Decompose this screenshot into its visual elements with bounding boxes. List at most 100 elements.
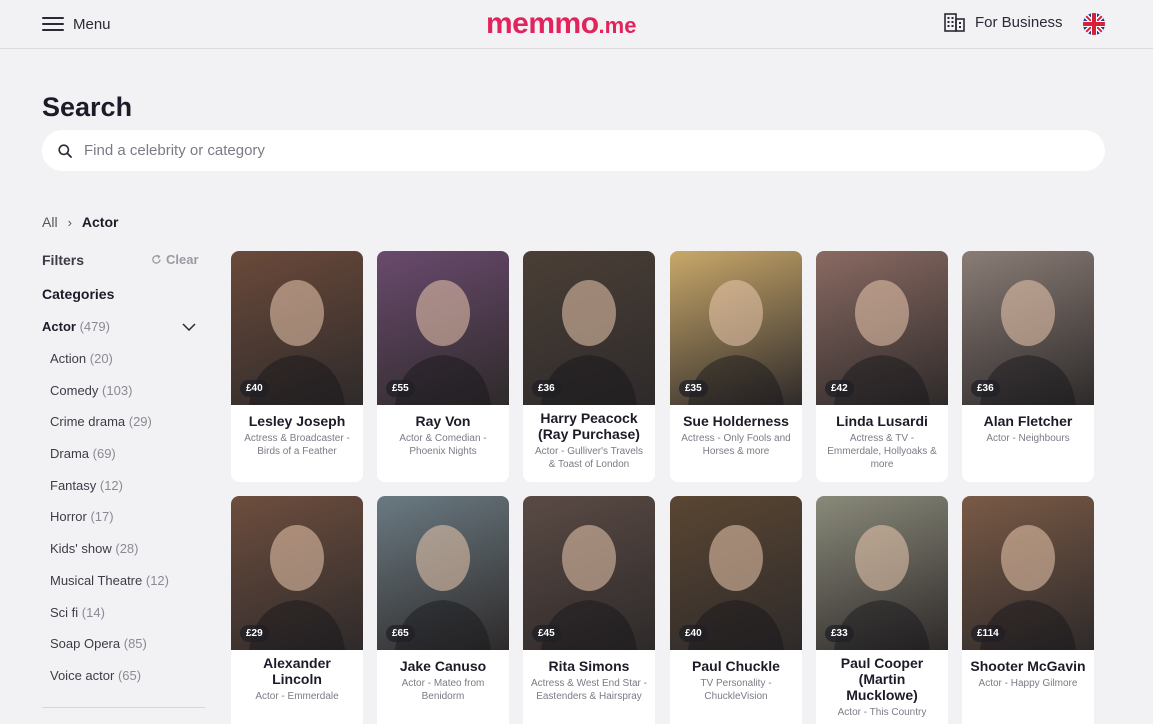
subcategory-count: (85): [123, 636, 147, 652]
celebrity-card[interactable]: £114 Shooter McGavin Actor - Happy Gilmore: [962, 496, 1094, 724]
subcategory-name: Comedy: [50, 382, 99, 398]
celebrity-card[interactable]: £29 Alexander Lincoln Actor - Emmerdale: [231, 496, 363, 724]
celebrity-photo: £42: [816, 251, 948, 405]
price-badge: £36: [532, 380, 561, 397]
celebrity-photo: £29: [231, 496, 363, 650]
price-badge: £40: [679, 625, 708, 642]
subcategory-item[interactable]: Drama (69): [50, 446, 169, 478]
logo-sub-text: .me: [598, 13, 637, 38]
menu-label: Menu: [73, 15, 111, 33]
subcategory-count: (14): [81, 604, 105, 620]
subcategory-name: Musical Theatre: [50, 572, 143, 588]
subcategory-item[interactable]: Soap Opera (85): [50, 636, 169, 668]
subcategory-count: (103): [102, 382, 133, 398]
celebrity-description: Actress & TV - Emmerdale, Hollyoaks & mo…: [827, 433, 937, 470]
price-badge: £36: [971, 380, 1000, 397]
subcategory-name: Kids' show: [50, 541, 112, 557]
celebrity-photo: £40: [231, 251, 363, 405]
celebrity-description: TV Personality - ChuckleVision: [700, 678, 772, 702]
celebrity-photo: £33: [816, 496, 948, 650]
subcategory-name: Drama: [50, 446, 90, 462]
celebrity-card[interactable]: £36 Alan Fletcher Actor - Neighbours: [962, 251, 1094, 482]
price-badge: £65: [386, 625, 415, 642]
for-business-label: For Business: [975, 14, 1063, 31]
subcategory-item[interactable]: Fantasy (12): [50, 478, 169, 510]
celebrity-description: Actor - This Country: [837, 707, 927, 718]
breadcrumb-all[interactable]: All: [42, 214, 58, 230]
price-badge: £114: [971, 625, 1005, 642]
celebrity-photo: £55: [377, 251, 509, 405]
celebrity-photo: £40: [670, 496, 802, 650]
celebrity-description: Actor - Gulliver's Travels & Toast of Lo…: [534, 446, 644, 470]
subcategory-count: (29): [128, 414, 152, 430]
search-bar[interactable]: [42, 130, 1105, 171]
celebrity-card[interactable]: £45 Rita Simons Actress & West End Star - …: [523, 496, 655, 724]
breadcrumb-current: Actor: [81, 214, 119, 230]
celebrity-photo: £114: [962, 496, 1094, 650]
celebrity-description: Actress - Only Fools and Horses & more: [681, 433, 791, 457]
subcategory-list: Action (20) Comedy (103) Crime drama (29) D…: [50, 351, 169, 700]
subcategory-item[interactable]: Crime drama (29): [50, 414, 169, 446]
price-badge: £33: [825, 625, 854, 642]
page-title: Search: [42, 92, 133, 122]
search-input[interactable]: [84, 142, 1044, 159]
price-badge: £55: [386, 380, 415, 397]
celebrity-card[interactable]: £36 Harry Peacock (Ray Purchase) Actor - G…: [523, 251, 655, 482]
clear-filters-button[interactable]: Clear: [151, 252, 199, 267]
celebrity-card[interactable]: £42 Linda Lusardi Actress & TV - Emmerdale…: [816, 251, 948, 482]
celebrity-name: Shooter McGavin: [970, 658, 1086, 674]
price-badge: £35: [679, 380, 708, 397]
celebrity-name: Alan Fletcher: [983, 413, 1073, 429]
for-business-link[interactable]: For Business: [944, 13, 1063, 32]
uk-flag-icon[interactable]: [1083, 13, 1105, 35]
subcategory-count: (69): [92, 446, 116, 462]
clear-label: Clear: [166, 252, 199, 267]
celebrity-name: Sue Holderness: [683, 413, 789, 429]
subcategory-name: Horror: [50, 509, 87, 525]
category-parent-actor[interactable]: Actor (479): [42, 319, 196, 334]
celebrity-card[interactable]: £40 Lesley Joseph Actress & Broadcaster - …: [231, 251, 363, 482]
chevron-down-icon: [182, 322, 196, 331]
hamburger-icon: [42, 17, 64, 31]
celebrity-name: Jake Canuso: [399, 658, 487, 674]
celebrity-photo: £45: [523, 496, 655, 650]
celebrity-photo: £35: [670, 251, 802, 405]
celebrity-card[interactable]: £55 Ray Von Actor & Comedian - Phoenix Nig…: [377, 251, 509, 482]
celebrity-card[interactable]: £35 Sue Holderness Actress - Only Fools an…: [670, 251, 802, 482]
sidebar-divider: [42, 707, 205, 708]
subcategory-item[interactable]: Kids' show (28): [50, 541, 169, 573]
subcategory-count: (65): [117, 667, 142, 683]
category-parent-label: Actor (479): [42, 319, 110, 334]
celebrity-description: Actor - Mateo from Benidorm: [401, 678, 485, 702]
subcategory-item[interactable]: Voice actor (65): [50, 668, 169, 700]
celebrity-card[interactable]: £65 Jake Canuso Actor - Mateo from Benidor…: [377, 496, 509, 724]
celebrity-description: Actor - Happy Gilmore: [978, 678, 1078, 689]
celebrity-name: Harry Peacock (Ray Purchase): [538, 410, 640, 442]
celebrity-description: Actor - Neighbours: [986, 433, 1070, 444]
celebrity-name: Ray Von: [415, 413, 471, 429]
celebrity-description: Actress & West End Star - Eastenders & H…: [531, 678, 647, 702]
subcategory-name: Crime drama: [50, 414, 126, 430]
celebrity-card[interactable]: £33 Paul Cooper (Martin Mucklowe) Actor - …: [816, 496, 948, 724]
subcategory-item[interactable]: Action (20): [50, 351, 169, 383]
celebrity-photo: £36: [962, 251, 1094, 405]
celebrity-name: Paul Cooper (Martin Mucklowe): [840, 655, 924, 703]
subcategory-item[interactable]: Sci fi (14): [50, 605, 169, 637]
subcategory-item[interactable]: Comedy (103): [50, 383, 169, 415]
price-badge: £29: [240, 625, 269, 642]
subcategory-name: Voice actor: [50, 667, 115, 683]
memmo-logo[interactable]: memmo .me: [486, 7, 637, 40]
celebrity-card[interactable]: £40 Paul Chuckle TV Personality - ChuckleV…: [670, 496, 802, 724]
subcategory-count: (12): [145, 572, 169, 588]
subcategory-count: (20): [89, 351, 113, 366]
subcategory-count: (12): [99, 477, 123, 493]
subcategory-name: Sci fi: [50, 604, 79, 620]
menu-button[interactable]: Menu: [42, 14, 111, 34]
celebrity-description: Actor - Emmerdale: [255, 691, 339, 702]
celebrity-description: Actress & Broadcaster - Birds of a Feath…: [244, 433, 350, 457]
subcategory-item[interactable]: Horror (17): [50, 509, 169, 541]
subcategory-name: Fantasy: [50, 477, 97, 493]
search-icon: [58, 143, 72, 158]
refresh-icon: [152, 254, 161, 264]
subcategory-item[interactable]: Musical Theatre (12): [50, 573, 169, 605]
